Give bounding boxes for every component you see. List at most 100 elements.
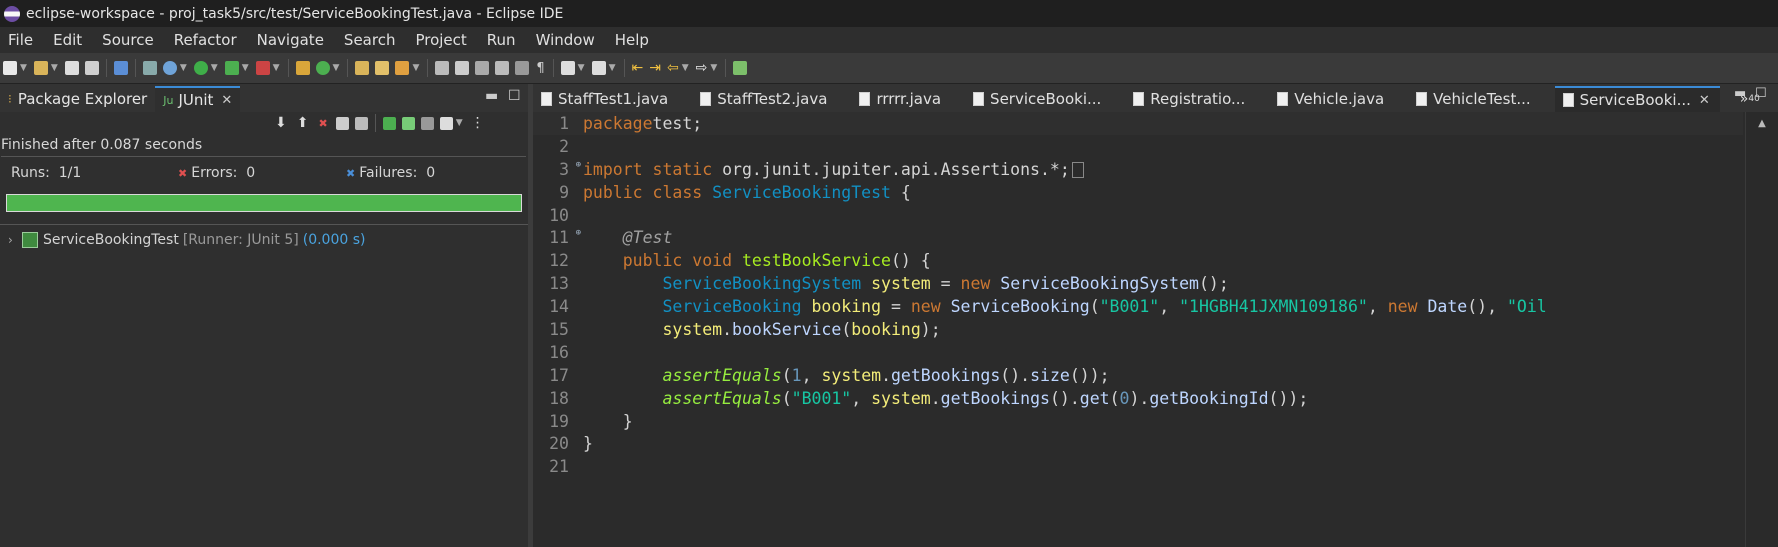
runs-counter: Runs: 1/1 (11, 165, 82, 181)
fold-toggle-icon[interactable]: ⊕ (576, 160, 581, 170)
line-number: 9 (559, 182, 569, 202)
toggle-breadcrumb-icon[interactable] (455, 61, 470, 75)
line-number: 11 ⊕ (549, 228, 581, 248)
toggle-block-selection-icon[interactable] (475, 61, 490, 75)
java-file-icon (973, 92, 985, 106)
close-icon[interactable]: ✕ (221, 93, 232, 108)
editor-tab-label: VehicleTest... (1433, 90, 1531, 108)
chevron-right-icon[interactable]: › (8, 233, 22, 247)
pilcrow-icon[interactable]: ¶ (536, 61, 544, 76)
maximize-icon[interactable]: ☐ (508, 88, 521, 104)
search-icon[interactable] (395, 61, 410, 75)
code-line: 19 } (533, 410, 1743, 433)
next-edit-icon[interactable]: ⇥ (649, 60, 661, 76)
line-number: 19 (549, 411, 569, 431)
scroll-lock-icon[interactable] (354, 116, 368, 130)
skip-breakpoints-icon[interactable] (142, 61, 157, 75)
editor-tab[interactable]: Vehicle.java (1269, 86, 1394, 112)
editor-tab[interactable]: ServiceBooki... ✕ (1554, 86, 1720, 112)
last-edit-icon[interactable]: ⇤ (632, 60, 644, 76)
open-task-icon[interactable] (375, 61, 390, 75)
code-line: 21 (533, 455, 1743, 478)
menu-navigate[interactable]: Navigate (249, 31, 336, 49)
rerun-test-icon[interactable] (382, 116, 396, 130)
new-java-package-icon[interactable] (295, 61, 310, 75)
editor-tab-label: StaffTest1.java (558, 90, 669, 108)
pin-editor-icon[interactable] (733, 61, 748, 75)
tab-package-explorer[interactable]: ⁝ Package Explorer (0, 86, 155, 112)
eclipse-logo-icon (4, 5, 20, 22)
menu-window[interactable]: Window (528, 31, 607, 49)
line-number: 1 (559, 113, 569, 133)
debug-icon[interactable] (162, 61, 177, 75)
code-line: 20} (533, 432, 1743, 455)
new-java-class-icon[interactable] (315, 61, 330, 75)
editor-tab[interactable]: rrrrr.java (851, 86, 951, 112)
line-number: 21 (549, 457, 569, 477)
coverage-icon[interactable] (224, 61, 239, 75)
menu-run[interactable]: Run (479, 31, 528, 49)
code-line: 2 (533, 135, 1743, 158)
save-all-icon[interactable] (84, 61, 99, 75)
view-menu-icon[interactable]: ⋮ (471, 115, 485, 131)
menu-bar: File Edit Source Refactor Navigate Search Proj… (0, 27, 1778, 53)
collapsed-imports-box[interactable] (1071, 162, 1084, 179)
junit-view: ⁝ Package Explorer Ju JUnit ✕ ▬ ☐ ⬇ ⬆ ✖ … (0, 84, 528, 547)
editor-tab-label: ServiceBooki... (1579, 91, 1691, 109)
editor-tab[interactable]: StaffTest2.java (692, 86, 837, 112)
menu-refactor[interactable]: Refactor (166, 31, 249, 49)
forward-icon[interactable]: ⇨ (696, 60, 708, 76)
previous-annotation-icon[interactable] (591, 61, 606, 75)
editor-tab[interactable]: VehicleTest... (1408, 86, 1541, 112)
menu-edit[interactable]: Edit (45, 31, 94, 49)
line-number: 13 (549, 274, 569, 294)
editor-tab[interactable]: Registratio... (1125, 86, 1255, 112)
tree-item-servicebookingtest[interactable]: › ServiceBookingTest [Runner: JUnit 5] (… (0, 229, 528, 251)
editor-maximize-icon[interactable]: ☐ (1755, 86, 1767, 101)
menu-source[interactable]: Source (94, 31, 166, 49)
show-whitespace-icon[interactable] (515, 61, 530, 75)
title-bar: eclipse-workspace - proj_task5/src/test/… (0, 0, 1778, 27)
scroll-up-icon[interactable]: ▲ (1746, 118, 1778, 129)
code-editor[interactable]: 1 packagetest; 2 3 ⊕ import static org.junit.… (533, 112, 1743, 547)
menu-help[interactable]: Help (607, 31, 661, 49)
line-number: 14 (549, 297, 569, 317)
test-suite-icon (22, 232, 38, 248)
previous-failure-icon[interactable]: ⬆ (297, 115, 309, 131)
menu-project[interactable]: Project (407, 31, 478, 49)
back-icon[interactable]: ⇦ (667, 60, 679, 76)
fold-toggle-icon[interactable]: ⊕ (576, 228, 581, 238)
test-tree: › ServiceBookingTest [Runner: JUnit 5] (… (0, 224, 528, 251)
line-number: 3 ⊕ (559, 159, 581, 179)
console-icon[interactable] (113, 61, 128, 75)
code-line: 17 assertEquals(1, system.getBookings().… (533, 364, 1743, 387)
minimize-icon[interactable]: ▬ (485, 88, 498, 104)
next-failure-icon[interactable]: ⬇ (275, 115, 287, 131)
external-tools-icon[interactable] (255, 61, 270, 75)
word-wrap-icon[interactable] (495, 61, 510, 75)
editor-tab[interactable]: ServiceBooki... (965, 86, 1111, 112)
test-run-history-icon[interactable] (439, 116, 453, 130)
run-icon[interactable] (193, 61, 208, 75)
main-toolbar: ▼ ▼ ▼ ▼ ▼ ▼ ▼ ▼ ¶ ▼ ▼ ⇤ ⇥ ⇦ ▼ ⇨ ▼ (0, 53, 1778, 84)
close-icon[interactable]: ✕ (1699, 93, 1710, 108)
menu-file[interactable]: File (0, 31, 45, 49)
open-type-icon[interactable] (355, 61, 370, 75)
rerun-failed-first-icon[interactable] (401, 116, 415, 130)
tab-junit[interactable]: Ju JUnit ✕ (155, 86, 241, 112)
menu-search[interactable]: Search (336, 31, 408, 49)
junit-toolbar: ⬇ ⬆ ✖ ▼ ⋮ (275, 114, 485, 132)
vertical-scrollbar[interactable]: ▲ (1745, 112, 1778, 547)
save-icon[interactable] (64, 61, 79, 75)
editor-tab[interactable]: StaffTest1.java (533, 86, 678, 112)
show-failures-only-icon[interactable]: ✖ (318, 117, 327, 130)
stop-icon[interactable] (420, 116, 434, 130)
code-line: 10 (533, 204, 1743, 227)
next-annotation-icon[interactable] (560, 61, 575, 75)
toggle-mark-occurrences-icon[interactable] (435, 61, 450, 75)
code-line: 3 ⊕ import static org.junit.jupiter.api.As… (533, 158, 1743, 181)
editor-minimize-icon[interactable]: ▬ (1734, 86, 1746, 101)
new-file-icon[interactable] (3, 61, 17, 75)
show-skipped-icon[interactable] (335, 116, 349, 130)
new-project-icon[interactable] (33, 61, 48, 75)
